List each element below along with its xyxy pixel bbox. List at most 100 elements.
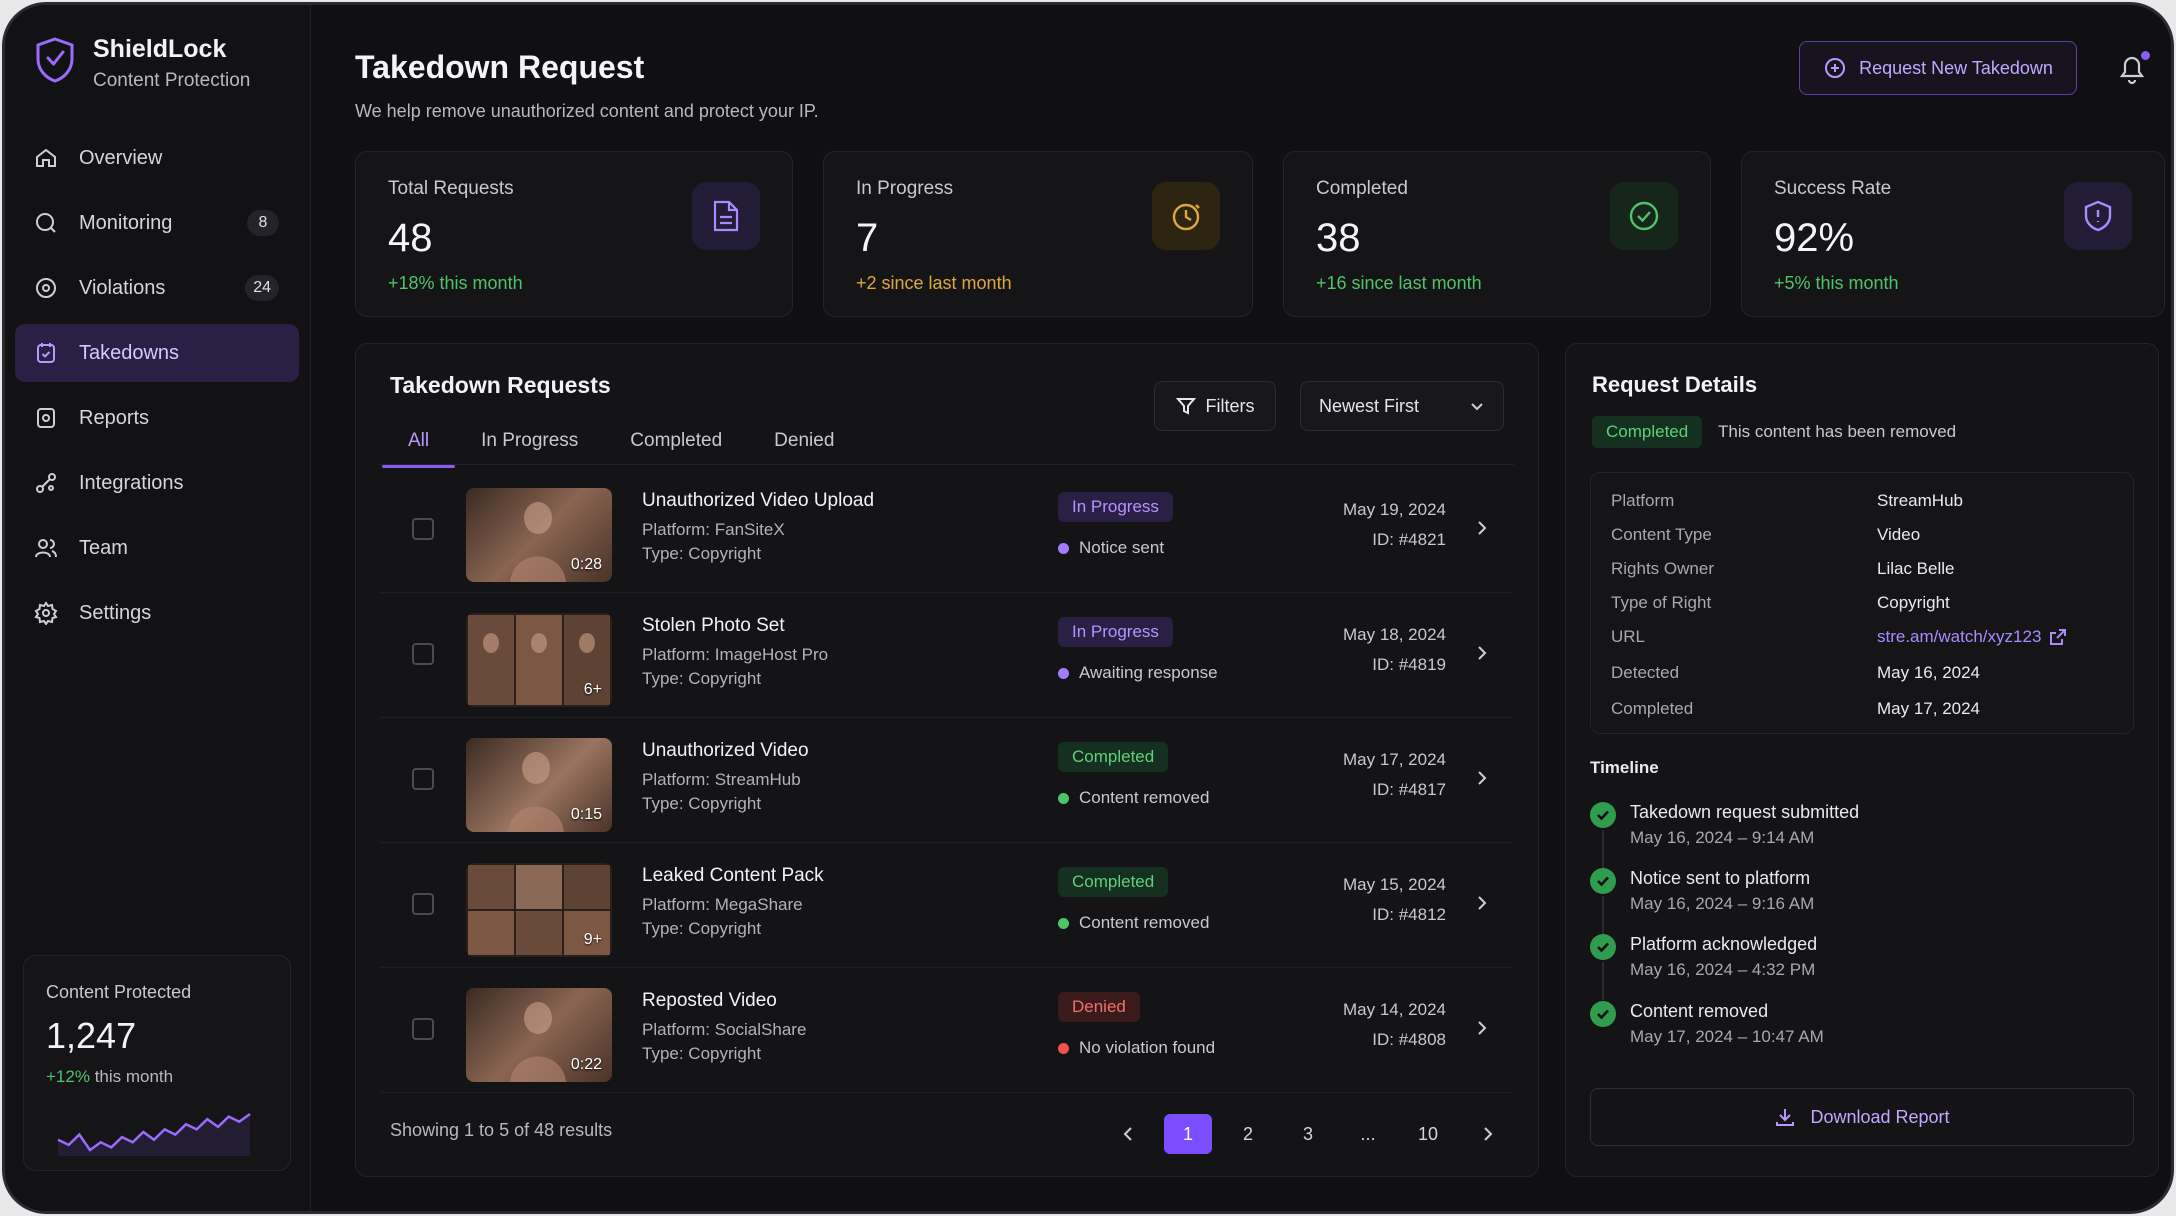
violation-icon	[33, 275, 59, 301]
request-type: Type: Copyright	[642, 1044, 762, 1063]
table-row[interactable]: 0:15 Unauthorized Video Platform: Stream…	[380, 718, 1512, 843]
chevron-right-icon[interactable]	[1472, 643, 1492, 663]
brand[interactable]: ShieldLock Content Protection	[35, 35, 250, 92]
page-ellipsis: ...	[1360, 1123, 1376, 1144]
check-circle-icon	[1610, 182, 1678, 250]
reports-icon	[33, 405, 59, 431]
download-report-button[interactable]: Download Report	[1590, 1088, 2134, 1146]
sidebar-item-label: Monitoring	[79, 211, 173, 234]
request-date: May 19, 2024	[1342, 500, 1446, 519]
status-note: No violation found	[1058, 1038, 1215, 1058]
tab-in-progress[interactable]: In Progress	[455, 418, 604, 464]
details-status-badge: Completed	[1592, 416, 1703, 448]
sidebar-item-overview[interactable]: Overview	[15, 129, 299, 187]
row-checkbox[interactable]	[412, 1018, 434, 1040]
timeline-time: May 17, 2024 – 10:47 AM	[1630, 1027, 1824, 1046]
request-new-takedown-button[interactable]: Request New Takedown	[1799, 41, 2077, 95]
page-button-2[interactable]: 2	[1224, 1114, 1272, 1154]
request-title[interactable]: Leaked Content Pack	[642, 865, 824, 887]
page-button-3[interactable]: 3	[1284, 1114, 1332, 1154]
filters-button[interactable]: Filters	[1154, 381, 1276, 431]
sidebar-item-label: Overview	[79, 146, 163, 169]
video-thumbnail[interactable]: 0:28	[466, 488, 612, 582]
next-page-icon[interactable]	[1464, 1114, 1512, 1154]
tab-all[interactable]: All	[382, 418, 456, 468]
chevron-right-icon[interactable]	[1472, 1018, 1492, 1038]
table-row[interactable]: 0:28 Unauthorized Video Upload Platform:…	[380, 468, 1512, 593]
sidebar-item-settings[interactable]: Settings	[15, 584, 299, 642]
video-thumbnail[interactable]: 0:15	[466, 738, 612, 832]
sidebar-item-violations[interactable]: Violations 24	[15, 259, 299, 317]
request-id: ID: #4812	[1372, 905, 1446, 924]
row-checkbox[interactable]	[412, 518, 434, 540]
request-id: ID: #4821	[1372, 530, 1446, 549]
protected-change: +12% this month	[46, 1067, 268, 1087]
request-title[interactable]: Stolen Photo Set	[642, 615, 785, 637]
sidebar-item-monitoring[interactable]: Monitoring 8	[15, 194, 299, 252]
request-id: ID: #4808	[1372, 1030, 1446, 1049]
page-button-10[interactable]: 10	[1404, 1114, 1452, 1154]
status-note-text: Content removed	[1079, 788, 1210, 807]
field-label: Platform	[1611, 491, 1675, 510]
clock-icon	[1152, 182, 1220, 250]
status-note: Notice sent	[1058, 538, 1164, 558]
timeline-time: May 16, 2024 – 4:32 PM	[1630, 960, 1816, 979]
status-dot	[1058, 792, 1069, 804]
tab-denied[interactable]: Denied	[748, 418, 860, 464]
sidebar-nav: Overview Monitoring 8 Violations 24 Take…	[15, 129, 299, 649]
photo-set-thumbnail[interactable]: 6+	[466, 613, 612, 707]
protected-value: 1,247	[46, 1015, 137, 1056]
request-details-panel: Request Details Completed This content h…	[1565, 343, 2159, 1177]
plus-circle-icon	[1825, 58, 1846, 78]
row-checkbox[interactable]	[412, 643, 434, 665]
request-title[interactable]: Reposted Video	[642, 990, 777, 1012]
notifications-button[interactable]	[2116, 51, 2150, 85]
tab-completed[interactable]: Completed	[604, 418, 748, 464]
request-date: May 14, 2024	[1342, 1000, 1446, 1019]
field-value: May 17, 2024	[1877, 699, 1981, 718]
video-thumbnail[interactable]: 0:22	[466, 988, 612, 1082]
prev-page-icon[interactable]	[1104, 1114, 1152, 1154]
table-row[interactable]: 0:22 Reposted Video Platform: SocialShar…	[380, 968, 1512, 1093]
content-pack-thumbnail[interactable]: 9+	[466, 863, 612, 957]
field-value: Copyright	[1877, 593, 1950, 612]
url-text: stre.am/watch/xyz123	[1877, 627, 2042, 646]
sidebar-item-team[interactable]: Team	[15, 519, 299, 577]
filters-label: Filters	[1205, 395, 1255, 416]
status-note: Content removed	[1058, 913, 1209, 933]
brand-name: ShieldLock	[93, 35, 227, 63]
status-note: Content removed	[1058, 788, 1209, 808]
monitor-icon	[33, 210, 59, 236]
chevron-right-icon[interactable]	[1472, 518, 1492, 538]
stat-change: +5% this month	[1774, 273, 1899, 293]
chevron-right-icon[interactable]	[1472, 893, 1492, 913]
sidebar-item-reports[interactable]: Reports	[15, 389, 299, 447]
field-label: Detected	[1611, 663, 1680, 682]
sidebar-item-takedowns[interactable]: Takedowns	[15, 324, 299, 382]
table-row[interactable]: 9+ Leaked Content Pack Platform: MegaSha…	[380, 843, 1512, 968]
timeline-title: Timeline	[1590, 758, 1659, 777]
status-note-text: Notice sent	[1079, 538, 1165, 557]
request-title[interactable]: Unauthorized Video	[642, 740, 809, 762]
timeline-event: Content removed	[1630, 1001, 1769, 1021]
row-checkbox[interactable]	[412, 893, 434, 915]
page-button-1[interactable]: 1	[1164, 1114, 1212, 1154]
sidebar-item-label: Integrations	[79, 471, 184, 494]
page-title: Takedown Request	[355, 49, 645, 85]
sidebar: ShieldLock Content Protection Overview M…	[5, 5, 311, 1211]
url-link[interactable]: stre.am/watch/xyz123	[1877, 627, 2067, 647]
sort-select[interactable]: Newest First	[1300, 381, 1504, 431]
video-duration: 0:28	[570, 556, 602, 573]
request-new-takedown-label: Request New Takedown	[1859, 57, 2053, 78]
request-date: May 17, 2024	[1342, 750, 1446, 769]
request-title[interactable]: Unauthorized Video Upload	[642, 490, 874, 512]
request-platform: Platform: MegaShare	[642, 895, 803, 914]
panel-title: Takedown Requests	[390, 372, 611, 398]
shield-logo-icon	[36, 37, 74, 83]
chevron-right-icon[interactable]	[1472, 768, 1492, 788]
table-row[interactable]: 6+ Stolen Photo Set Platform: ImageHost …	[380, 593, 1512, 718]
sidebar-item-integrations[interactable]: Integrations	[15, 454, 299, 512]
timeline-event: Notice sent to platform	[1630, 868, 1811, 888]
row-checkbox[interactable]	[412, 768, 434, 790]
status-note-text: Content removed	[1079, 913, 1210, 932]
